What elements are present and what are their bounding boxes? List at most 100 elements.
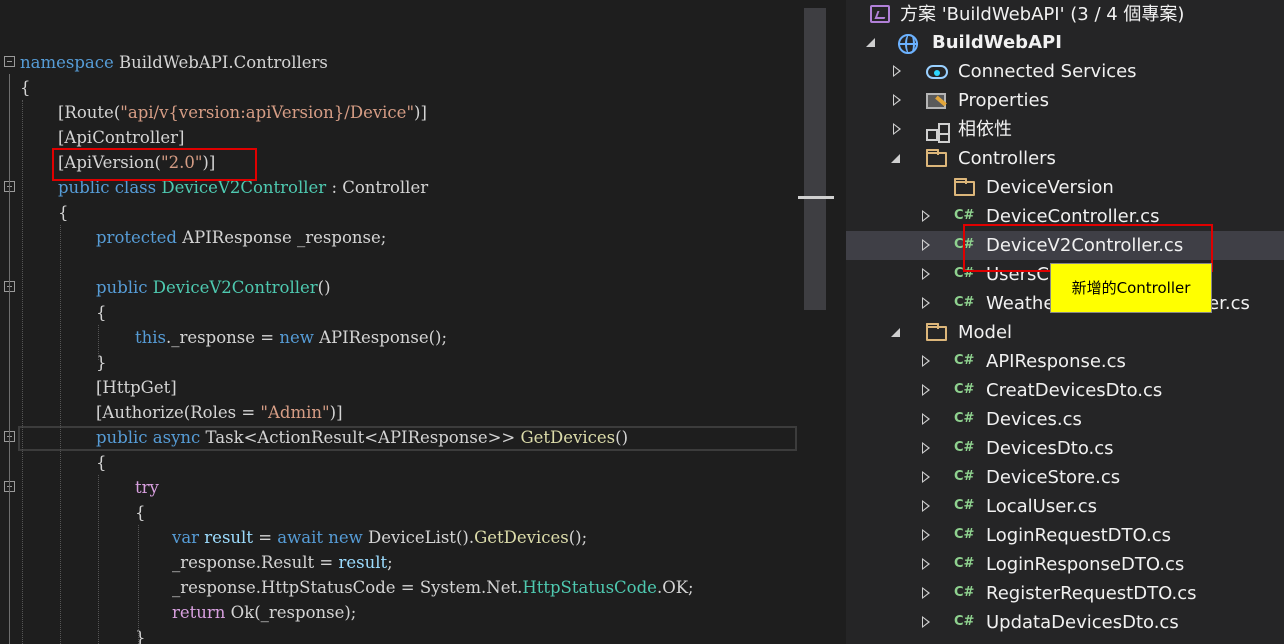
tree-item[interactable]: C# UpdataDevicesDto.cs [846, 608, 1284, 637]
code-line[interactable]: this._response = new APIResponse(); [0, 325, 798, 350]
expand-arrow-icon[interactable] [922, 239, 930, 251]
indent-guide [98, 475, 99, 644]
expand-arrow-icon[interactable] [922, 500, 930, 512]
collapse-arrow-icon[interactable] [891, 328, 900, 337]
code-line[interactable]: [ApiController] [0, 125, 798, 150]
code-line[interactable]: return Ok(_response); [0, 600, 798, 625]
fold-collapse-icon[interactable] [4, 56, 15, 67]
tree-item-label: 相依性 [958, 119, 1012, 140]
expand-arrow-icon[interactable] [893, 94, 901, 106]
expand-arrow-icon[interactable] [922, 616, 930, 628]
cloud-icon [926, 65, 948, 79]
collapse-arrow-icon[interactable] [866, 38, 875, 47]
code-line[interactable]: { [0, 75, 798, 100]
tree-item-label: RegisterRequestDTO.cs [986, 583, 1197, 604]
expand-arrow-icon[interactable] [922, 355, 930, 367]
code-line[interactable]: { [0, 450, 798, 475]
code-token: Task<ActionResult<APIResponse>> [200, 428, 521, 447]
tree-item[interactable]: Properties [846, 86, 1284, 115]
code-token: { [96, 303, 107, 322]
expand-arrow-icon[interactable] [922, 587, 930, 599]
tree-item[interactable]: C# LoginResponseDTO.cs [846, 550, 1284, 579]
tree-item[interactable]: C# LocalUser.cs [846, 492, 1284, 521]
tree-item[interactable]: DeviceVersion [846, 173, 1284, 202]
tree-item[interactable]: 相依性 [846, 115, 1284, 144]
editor-vertical-scrollbar[interactable] [798, 0, 834, 644]
scrollbar-position-marker [798, 196, 834, 199]
expand-arrow-icon[interactable] [922, 384, 930, 396]
tree-item[interactable]: BuildWebAPI [846, 28, 1284, 57]
code-token: new [279, 328, 314, 347]
code-token: { [96, 453, 107, 472]
code-token: { [20, 78, 31, 97]
tree-item[interactable]: Controllers [846, 144, 1284, 173]
tree-item[interactable]: C# DevicesDto.cs [846, 434, 1284, 463]
expand-arrow-icon[interactable] [922, 268, 930, 280]
tree-item[interactable]: C# DeviceStore.cs [846, 463, 1284, 492]
expand-arrow-icon[interactable] [893, 65, 901, 77]
expand-arrow-icon[interactable] [922, 297, 930, 309]
code-line[interactable]: { [0, 300, 798, 325]
code-token: await [277, 528, 323, 547]
expand-arrow-icon[interactable] [922, 529, 930, 541]
solution-root[interactable]: 方案 'BuildWebAPI' (3 / 4 個專案) [846, 0, 1284, 29]
code-line[interactable]: [HttpGet] [0, 375, 798, 400]
solution-explorer: 方案 'BuildWebAPI' (3 / 4 個專案) BuildWebAPI… [846, 0, 1284, 644]
code-token: GetDevices [474, 528, 569, 547]
collapse-arrow-icon[interactable] [891, 154, 900, 163]
code-line[interactable]: } [0, 350, 798, 375]
code-editor[interactable]: namespace BuildWebAPI.Controllers { [Route… [0, 0, 798, 644]
code-token: this [135, 328, 167, 347]
csharp-file-icon: C# [954, 295, 975, 310]
code-line[interactable]: public async Task<ActionResult<APIRespon… [0, 425, 798, 450]
code-line[interactable]: public DeviceV2Controller() [0, 275, 798, 300]
code-line[interactable]: { [0, 500, 798, 525]
tree-item[interactable]: Connected Services [846, 57, 1284, 86]
wrench-icon [926, 93, 948, 109]
tree-item[interactable]: C# RegisterRequestDTO.cs [846, 579, 1284, 608]
tree-item-label: Properties [958, 90, 1049, 111]
code-line[interactable]: } [0, 625, 798, 644]
code-token: () [317, 278, 331, 297]
code-text: { [96, 450, 107, 475]
tree-item[interactable]: C# Devices.cs [846, 405, 1284, 434]
csharp-file-icon: C# [954, 498, 975, 513]
code-line[interactable]: try [0, 475, 798, 500]
code-text: _response.Result = result; [172, 550, 393, 575]
tree-item[interactable]: C# LoginRequestDTO.cs [846, 521, 1284, 550]
code-text: [ApiController] [58, 125, 184, 150]
expand-arrow-icon[interactable] [922, 210, 930, 222]
code-line[interactable]: _response.Result = result; [0, 550, 798, 575]
expand-arrow-icon[interactable] [922, 471, 930, 483]
code-text: { [58, 200, 69, 225]
csharp-file-icon: C# [954, 614, 975, 629]
code-line[interactable]: [Route("api/v{version:apiVersion}/Device… [0, 100, 798, 125]
expand-arrow-icon[interactable] [922, 442, 930, 454]
code-token: DeviceList(). [362, 528, 475, 547]
code-line[interactable]: _response.HttpStatusCode = System.Net.Ht… [0, 575, 798, 600]
code-line[interactable]: namespace BuildWebAPI.Controllers [0, 50, 798, 75]
code-line[interactable]: var result = await new DeviceList().GetD… [0, 525, 798, 550]
indent-guide [60, 225, 61, 644]
expand-arrow-icon[interactable] [922, 413, 930, 425]
expand-arrow-icon[interactable] [893, 123, 901, 135]
code-text: public async Task<ActionResult<APIRespon… [96, 425, 628, 450]
code-text: this._response = new APIResponse(); [135, 325, 447, 350]
code-line[interactable] [0, 250, 798, 275]
tree-item[interactable]: Model [846, 318, 1284, 347]
code-token: protected [96, 228, 177, 247]
tree-item[interactable]: C# APIResponse.cs [846, 347, 1284, 376]
tree-item-label: BuildWebAPI [932, 32, 1062, 53]
expand-arrow-icon[interactable] [922, 558, 930, 570]
tree-item[interactable]: C# CreatDevicesDto.cs [846, 376, 1284, 405]
code-line[interactable]: protected APIResponse _response; [0, 225, 798, 250]
code-line[interactable]: { [0, 200, 798, 225]
code-token: ; [387, 553, 393, 572]
code-text: } [135, 625, 146, 644]
code-token: ._response = [166, 328, 280, 347]
code-token: "api/v{version:apiVersion}/Device" [120, 103, 415, 122]
scrollbar-thumb[interactable] [804, 8, 826, 310]
code-token: result [204, 528, 253, 547]
tree-item-label: Connected Services [958, 61, 1137, 82]
code-line[interactable]: [Authorize(Roles = "Admin")] [0, 400, 798, 425]
